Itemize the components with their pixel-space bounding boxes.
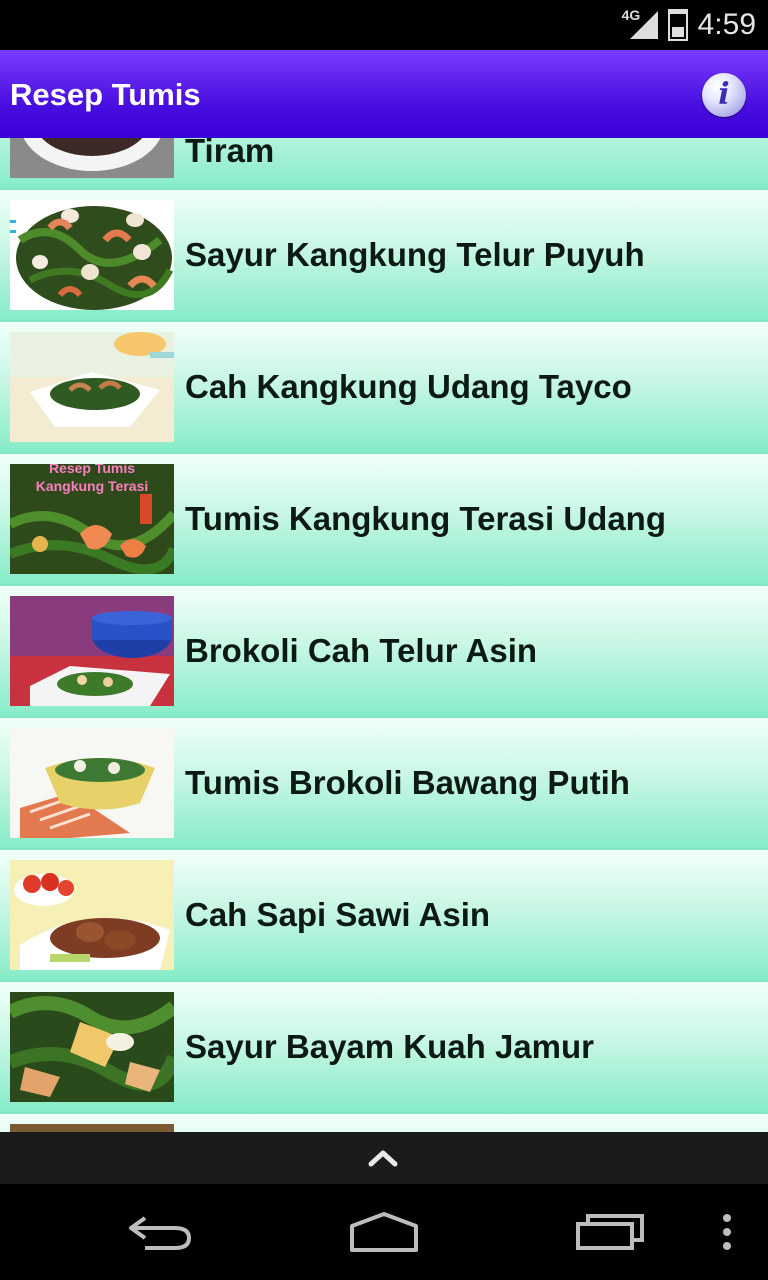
app-title: Resep Tumis	[10, 77, 201, 112]
list-item[interactable]: Resep Tumis Kangkung Terasi Tumis Kangku…	[0, 454, 768, 584]
list-item[interactable]: Tumis Brokoli Bawang Putih	[0, 718, 768, 848]
back-button[interactable]	[120, 1204, 200, 1260]
info-icon: i	[718, 77, 730, 112]
list-item[interactable]	[0, 1114, 768, 1132]
list-item[interactable]: Brokoli Cah Telur Asin	[0, 586, 768, 716]
list-item[interactable]: Sayur Bayam Kuah Jamur	[0, 982, 768, 1112]
item-title: Sayur Kangkung Telur Puyuh	[185, 236, 645, 273]
svg-text:Resep Tumis: Resep Tumis	[49, 464, 135, 476]
home-icon	[350, 1212, 418, 1252]
tiram-dish-image	[10, 138, 174, 178]
navigation-bar	[0, 1184, 768, 1280]
broccoli-garlic-image	[10, 728, 174, 838]
spinach-mushroom-image	[10, 992, 174, 1102]
recent-apps-button[interactable]	[570, 1204, 650, 1260]
item-title: Tumis Brokoli Bawang Putih	[185, 764, 630, 801]
kangkung-terasi-image: Resep Tumis Kangkung Terasi	[10, 464, 174, 574]
overflow-menu-button[interactable]	[712, 1204, 742, 1260]
scroll-to-top-bar[interactable]	[0, 1132, 768, 1184]
home-button[interactable]	[344, 1204, 424, 1260]
list-item[interactable]: Tiram	[0, 138, 768, 188]
battery-icon	[667, 9, 688, 41]
signal-icon: 4G	[622, 7, 658, 43]
info-button[interactable]: i	[702, 73, 746, 117]
list-item[interactable]: Cah Kangkung Udang Tayco	[0, 322, 768, 452]
list-item[interactable]: Sayur Kangkung Telur Puyuh	[0, 190, 768, 320]
item-title: Cah Sapi Sawi Asin	[185, 896, 491, 933]
item-title: Tumis Kangkung Terasi Udang	[185, 500, 666, 537]
clock: 4:59	[697, 8, 756, 41]
item-title: Tiram	[185, 138, 275, 169]
broccoli-salted-egg-image	[10, 596, 174, 706]
next-dish-image	[10, 1124, 174, 1132]
list-item[interactable]: Cah Sapi Sawi Asin	[0, 850, 768, 980]
recent-apps-icon	[576, 1214, 644, 1250]
item-title: Sayur Bayam Kuah Jamur	[185, 1028, 595, 1065]
action-bar: Resep Tumis i	[0, 50, 768, 138]
beef-mustard-greens-image	[10, 860, 174, 970]
back-icon	[129, 1216, 192, 1250]
item-title: Brokoli Cah Telur Asin	[185, 632, 538, 669]
recipe-list[interactable]: Tiram Sayur Kangkung Telur Puyuh Cah Kan…	[0, 138, 768, 1132]
chevron-up-icon[interactable]	[368, 1146, 398, 1170]
overflow-menu-icon	[723, 1214, 731, 1250]
kangkung-shrimp-image	[10, 332, 174, 442]
item-title: Cah Kangkung Udang Tayco	[185, 368, 632, 405]
status-bar: 4G 4:59	[0, 0, 768, 50]
kangkung-quail-egg-image	[10, 200, 174, 310]
svg-text:Kangkung Terasi: Kangkung Terasi	[36, 478, 149, 494]
